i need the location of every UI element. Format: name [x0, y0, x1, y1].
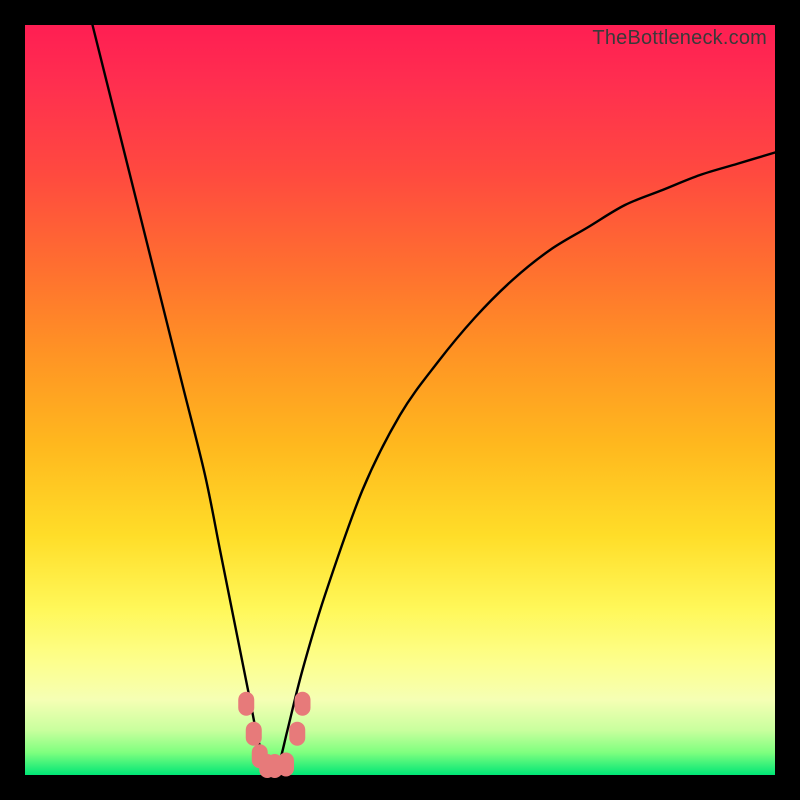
markers-group — [238, 692, 310, 778]
chart-frame: TheBottleneck.com — [0, 0, 800, 800]
watermark-text: TheBottleneck.com — [592, 27, 767, 50]
bottleneck-curve — [93, 25, 776, 775]
curve-marker — [246, 722, 262, 746]
curve-marker — [278, 753, 294, 777]
curve-marker — [238, 692, 254, 716]
plot-area: TheBottleneck.com — [25, 25, 775, 775]
curve-marker — [295, 692, 311, 716]
curve-marker — [289, 722, 305, 746]
chart-svg — [25, 25, 775, 775]
